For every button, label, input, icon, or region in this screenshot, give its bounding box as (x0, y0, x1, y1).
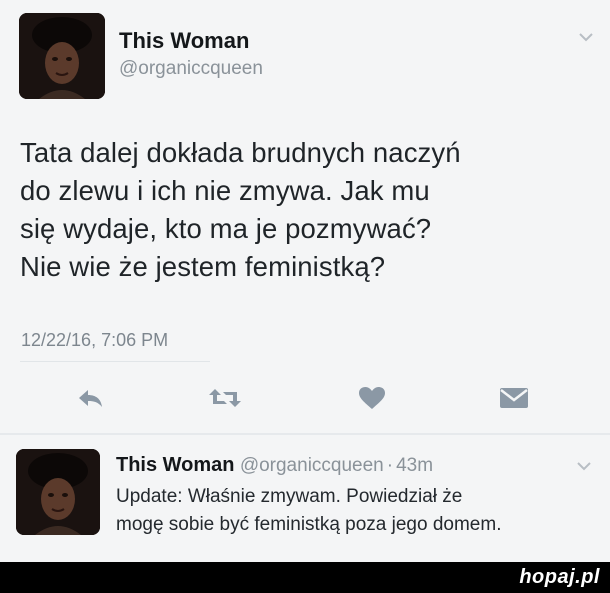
tweet-text-line: do zlewu i ich nie zmywa. Jak mu (20, 175, 430, 206)
author-handle[interactable]: @organiccqueen (119, 58, 263, 80)
retweet-icon[interactable] (207, 386, 243, 410)
reply-text-line: Update: Właśnie zmywam. Powiedział że (116, 486, 463, 507)
reply-icon[interactable] (76, 386, 104, 410)
timestamp-divider (20, 361, 210, 362)
tweet-divider (0, 433, 610, 435)
brand-suffix: .pl (575, 566, 600, 588)
author-name[interactable]: This Woman (119, 28, 249, 54)
reply-text: Update: Właśnie zmywam. Powiedział że mo… (116, 483, 606, 539)
dm-icon[interactable] (499, 386, 529, 410)
reply-author-avatar[interactable] (16, 449, 100, 535)
tweet-timestamp[interactable]: 12/22/16, 7:06 PM (21, 330, 168, 351)
reply-text-line: mogę sobie być feministką poza jego dome… (116, 514, 502, 535)
avatar-image (16, 449, 100, 535)
site-watermark: hopaj.pl (519, 566, 600, 589)
reply-age[interactable]: 43m (396, 455, 433, 476)
watermark-bar: hopaj.pl (0, 562, 610, 593)
reply-author-name[interactable]: This Woman (116, 454, 235, 476)
tweet-text-line: Nie wie że jestem feministką? (20, 251, 386, 282)
avatar-image (19, 13, 105, 99)
like-icon[interactable] (358, 386, 386, 410)
tweet-text-line: Tata dalej dokłada brudnych naczyń (20, 137, 461, 168)
tweet-text: Tata dalej dokłada brudnych naczyń do zl… (20, 134, 600, 286)
chevron-down-icon[interactable] (578, 30, 594, 42)
author-avatar[interactable] (19, 13, 105, 99)
brand-main: hopaj (519, 566, 576, 588)
reply-time-separator: · (386, 455, 394, 476)
reply-author-handle[interactable]: @organiccqueen (240, 455, 384, 476)
reply-header: This Woman @organiccqueen · 43m (116, 454, 433, 477)
chevron-down-icon[interactable] (576, 459, 592, 471)
tweet-text-line: się wydaje, kto ma je pozmywać? (20, 213, 432, 244)
